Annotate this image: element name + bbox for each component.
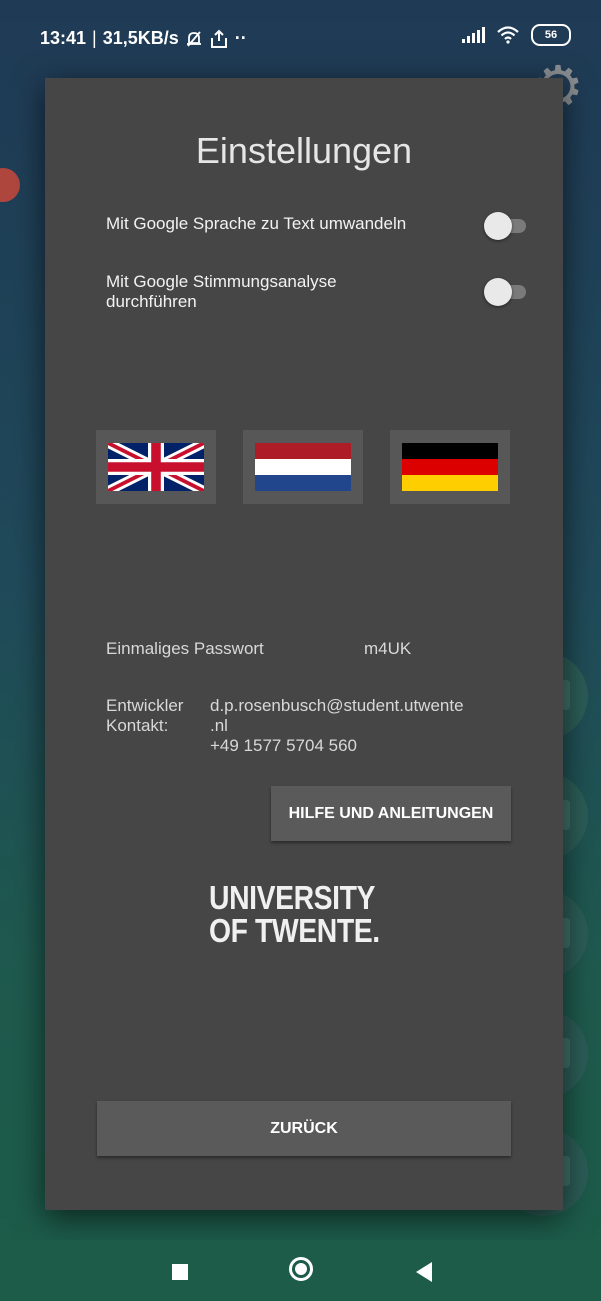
password-row: Einmaliges Passwort m4UK [106,639,526,661]
language-english-button[interactable] [96,430,216,504]
wifi-icon [497,26,519,44]
setting-label: Mit Google Sprache zu Text umwandeln [106,214,407,233]
navigation-bar [0,1240,601,1301]
developer-details: d.p.rosenbusch@student.utwente .nl +49 1… [210,696,464,756]
setting-label: Mit Google Stimmungsanalyse durchführen [106,272,337,311]
upload-icon [210,29,227,48]
developer-phone[interactable]: +49 1577 5704 560 [210,736,464,756]
signal-icon [462,27,485,43]
back-button[interactable]: ZURÜCK [97,1101,511,1156]
flag-netherlands-icon [255,443,351,491]
language-german-button[interactable] [390,430,510,504]
recents-square-icon[interactable] [172,1264,188,1280]
speech-to-text-toggle[interactable] [484,212,526,240]
developer-label-line1: Entwickler [106,696,184,715]
developer-label: Entwickler Kontakt: [106,696,183,736]
sentiment-analysis-toggle[interactable] [484,278,526,306]
developer-email-line1[interactable]: d.p.rosenbusch@student.utwente [210,696,464,716]
setting-sentiment-analysis: Mit Google Stimmungsanalyse durchführen [106,272,526,316]
bell-off-icon [186,30,201,47]
password-value: m4UK [364,639,412,658]
setting-speech-to-text: Mit Google Sprache zu Text umwandeln [106,210,526,242]
help-and-guides-button[interactable]: HILFE UND ANLEITUNGEN [271,786,511,841]
language-dutch-button[interactable] [243,430,363,504]
flag-germany-icon [402,443,498,491]
battery-icon: 56 [531,24,571,46]
logo-line2: OF TWENTE. [209,912,380,949]
flag-uk-icon [108,443,204,491]
status-separator: | [92,28,97,48]
logo-line1: UNIVERSITY [209,879,376,916]
toggle-thumb [484,278,512,306]
developer-contact: Entwickler Kontakt: d.p.rosenbusch@stude… [106,696,526,762]
password-label: Einmaliges Passwort [106,639,264,658]
developer-label-line2: Kontakt: [106,716,169,735]
status-bar: 13:41 | 31,5KB/s ·· 56 [0,10,601,70]
status-dots: ·· [234,28,247,48]
university-of-twente-logo: UNIVERSITY OF TWENTE. [209,881,380,947]
status-network-speed: 31,5KB/s [102,28,179,48]
status-time: 13:41 [40,28,87,48]
developer-email-line2[interactable]: .nl [210,716,464,736]
battery-level: 56 [544,29,558,41]
home-circle-icon[interactable] [289,1257,313,1281]
back-triangle-icon[interactable] [416,1262,432,1282]
dialog-title: Einstellungen [195,130,413,171]
settings-dialog: Einstellungen Mit Google Sprache zu Text… [45,78,563,1210]
toggle-thumb [484,212,512,240]
language-selector [96,430,512,504]
record-dot-icon [0,168,20,202]
